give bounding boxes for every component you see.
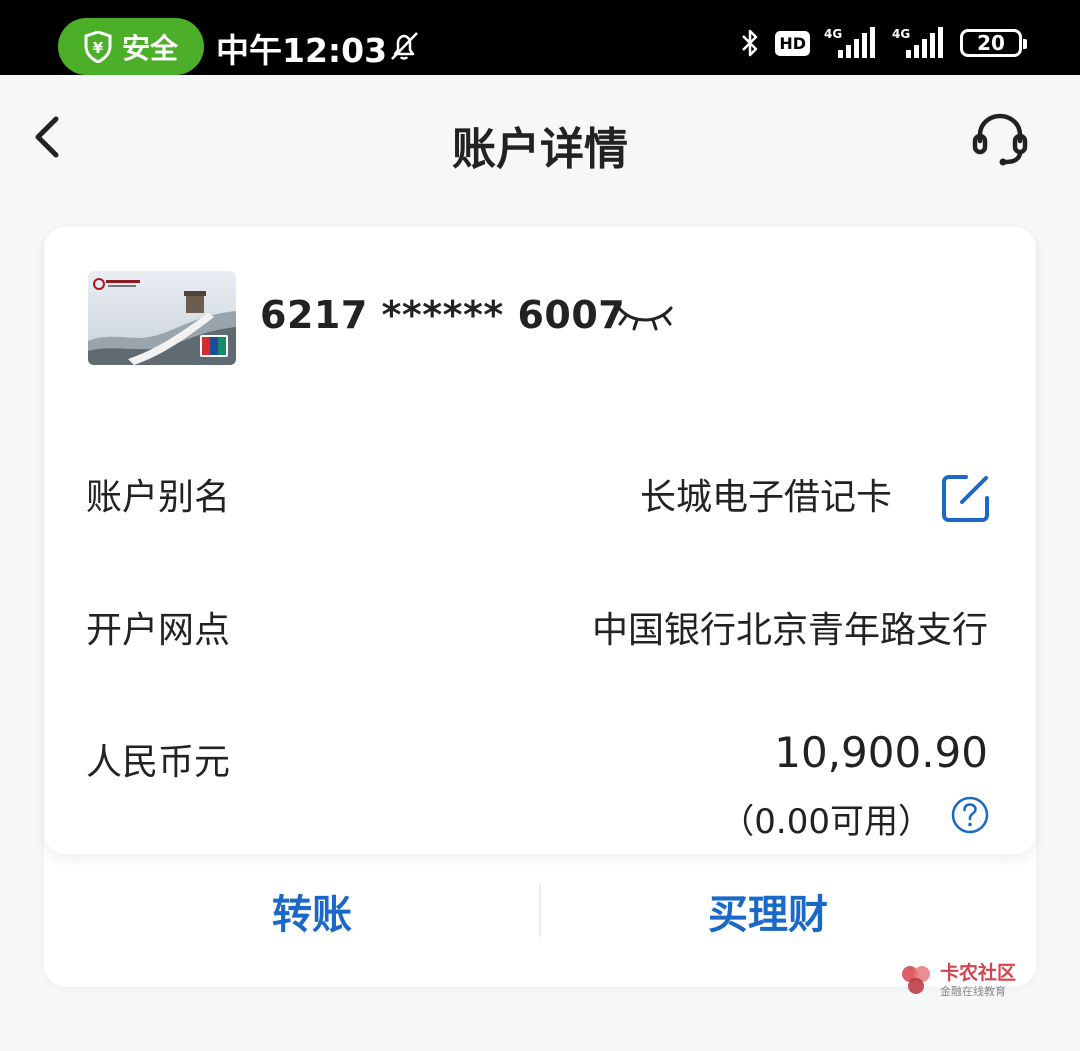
watermark-name: 卡农社区 [940,961,1017,984]
available-balance: （0.00可用） [720,802,932,842]
signal-4g-icon-1: 4G [824,27,875,58]
bank-card-image [88,271,236,365]
shield-yuan-icon: ¥ [84,30,112,63]
branch-label: 开户网点 [86,610,231,651]
signal-4g-icon-2: 4G [892,27,943,58]
network-type-label-2: 4G [892,27,910,41]
hd-voice-badge: HD [775,30,810,56]
watermark: 卡农社区 金融在线教育 [898,962,1016,998]
watermark-slogan: 金融在线教育 [940,984,1006,998]
help-question-icon[interactable] [950,795,990,835]
alias-label: 账户别名 [86,477,231,518]
transfer-button[interactable]: 转账 [64,882,560,942]
battery-icon: 20 [960,29,1027,57]
page-title: 账户详情 [452,124,628,175]
customer-service-icon[interactable] [970,111,1030,167]
balance-amount: 10,900.90 [774,728,988,777]
branch-value: 中国银行北京青年路支行 [591,610,988,651]
security-status-label: 安全 [121,31,178,65]
alias-value: 长城电子借记卡 [639,477,892,518]
bluetooth-icon [742,29,758,57]
network-type-label-1: 4G [824,27,842,41]
buy-wealth-button[interactable]: 买理财 [520,882,1016,942]
kanong-logo-icon [902,966,930,994]
status-bar: ¥ 安全 中午12:03 HD 4G 4G 20 [0,0,1080,75]
edit-icon[interactable] [940,472,992,524]
bell-off-icon [391,32,418,60]
security-status-pill[interactable]: ¥ 安全 [58,18,204,75]
battery-level: 20 [977,31,1005,55]
eye-closed-icon[interactable] [616,298,674,334]
card-number: 6217 ****** 6007 [260,293,626,337]
status-indicators: HD 4G 4G 20 [739,26,1027,60]
currency-label: 人民币元 [86,742,231,783]
svg-text:¥: ¥ [93,39,104,57]
status-time: 中午12:03 [216,31,388,70]
page-header: 账户详情 [0,75,1080,205]
